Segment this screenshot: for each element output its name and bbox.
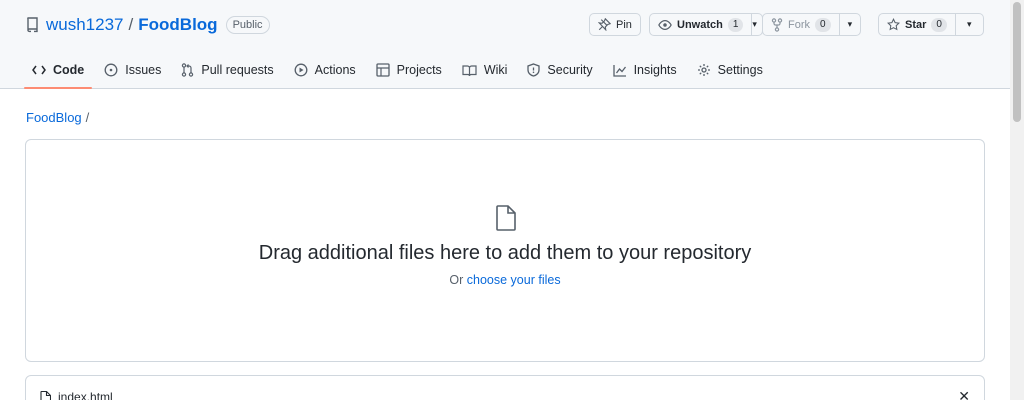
tab-label: Wiki xyxy=(483,63,508,77)
star-count: 0 xyxy=(931,17,947,32)
book-icon xyxy=(462,64,477,76)
remove-file-button[interactable]: ✕ xyxy=(958,388,970,400)
tab-label: Insights xyxy=(633,63,677,77)
eye-icon xyxy=(658,19,672,30)
pin-label: Pin xyxy=(616,18,632,31)
fork-button[interactable]: Fork 0 xyxy=(762,13,840,36)
tab-projects[interactable]: Projects xyxy=(368,56,450,84)
staged-file: index.html xyxy=(40,390,113,400)
repo-nav-tabs: Code Issues Pull requests Actions Projec… xyxy=(24,56,775,89)
breadcrumb-repo-link[interactable]: FoodBlog xyxy=(26,110,82,125)
pin-icon xyxy=(598,18,611,31)
code-icon xyxy=(32,65,46,75)
caret-down-icon: ▾ xyxy=(752,19,757,29)
tab-label: Settings xyxy=(717,63,763,77)
star-action: Star 0 ▾ xyxy=(878,13,984,36)
table-icon xyxy=(376,63,390,77)
pin-button[interactable]: Pin xyxy=(589,13,641,36)
watch-count: 1 xyxy=(727,17,744,32)
star-button[interactable]: Star 0 xyxy=(878,13,956,36)
breadcrumb-separator: / xyxy=(85,110,90,125)
graph-icon xyxy=(612,64,626,77)
caret-down-icon: ▾ xyxy=(966,19,972,29)
tab-wiki[interactable]: Wiki xyxy=(454,56,516,84)
file-dropzone[interactable]: Drag additional files here to add them t… xyxy=(25,139,985,362)
visibility-badge: Public xyxy=(225,16,270,34)
repo-owner-link[interactable]: wush1237 xyxy=(46,15,124,35)
tab-code[interactable]: Code xyxy=(24,56,93,89)
caret-down-icon: ▾ xyxy=(847,19,853,29)
breadcrumb: FoodBlog / xyxy=(26,110,89,125)
dropzone-headline: Drag additional files here to add them t… xyxy=(258,242,752,264)
repo-slash: / xyxy=(128,15,134,34)
star-label: Star xyxy=(905,18,927,31)
repo-icon xyxy=(26,17,40,33)
dropzone-prefix: Or xyxy=(449,273,464,287)
fork-action: Fork 0 ▾ xyxy=(762,13,862,36)
tab-issues[interactable]: Issues xyxy=(96,56,169,84)
tab-label: Issues xyxy=(125,63,162,77)
fork-icon xyxy=(771,17,783,32)
repo-title: wush1237 / FoodBlog Public xyxy=(26,14,270,36)
choose-files-link[interactable]: choose your files xyxy=(467,273,561,287)
tab-pull-requests[interactable]: Pull requests xyxy=(173,56,281,84)
tab-insights[interactable]: Insights xyxy=(605,56,685,84)
tab-label: Pull requests xyxy=(201,63,274,77)
star-icon xyxy=(887,18,900,31)
dropzone-subtext: Or choose your files xyxy=(26,273,984,287)
star-dropdown-button[interactable]: ▾ xyxy=(955,13,984,36)
page-scrollbar[interactable] xyxy=(1010,0,1024,400)
unwatch-button[interactable]: Unwatch 1 xyxy=(649,13,753,36)
tab-actions[interactable]: Actions xyxy=(286,56,364,84)
repo-name-link[interactable]: FoodBlog xyxy=(138,15,217,35)
gear-icon xyxy=(697,64,710,76)
staged-file-row: index.html ✕ xyxy=(25,375,985,400)
unwatch-label: Unwatch xyxy=(677,18,723,31)
repo-header: wush1237 / FoodBlog Public Pin Unwatch 1… xyxy=(0,0,1010,89)
tab-label: Actions xyxy=(314,63,356,77)
tab-label: Security xyxy=(547,63,593,77)
fork-label: Fork xyxy=(788,18,810,31)
play-icon xyxy=(294,63,308,77)
scrollbar-thumb[interactable] xyxy=(1013,2,1021,122)
fork-dropdown-button[interactable]: ▾ xyxy=(839,13,862,36)
staged-file-name: index.html xyxy=(58,390,113,400)
issue-icon xyxy=(104,63,118,77)
file-icon xyxy=(496,205,516,231)
tab-settings[interactable]: Settings xyxy=(689,56,771,84)
fork-count: 0 xyxy=(815,17,831,32)
tab-label: Projects xyxy=(396,63,442,77)
tab-security[interactable]: Security xyxy=(519,56,600,84)
watch-action: Unwatch 1 ▾ xyxy=(649,13,763,36)
pin-action: Pin xyxy=(589,13,641,36)
shield-icon xyxy=(527,63,541,77)
file-icon xyxy=(40,390,51,400)
tab-label: Code xyxy=(53,63,85,77)
pull-request-icon xyxy=(182,63,194,77)
